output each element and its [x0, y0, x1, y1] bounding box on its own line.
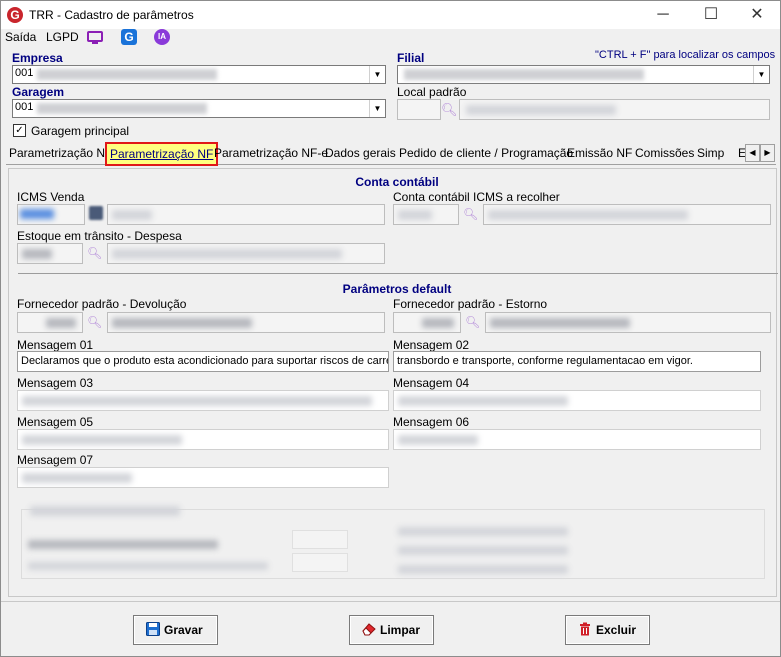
minimize-button[interactable]: ─: [643, 3, 683, 27]
local-padrao-desc-field: [459, 99, 770, 120]
g-app-icon[interactable]: G: [121, 29, 137, 45]
fornecedor-devolucao-label: Fornecedor padrão - Devolução: [17, 297, 187, 311]
gravar-label: Gravar: [164, 623, 203, 637]
icms-recolher-code-field[interactable]: [393, 204, 459, 225]
filial-name-blur: [404, 69, 644, 80]
icms-recolher-desc-field: [483, 204, 771, 225]
menu-lgpd[interactable]: LGPD: [46, 30, 79, 44]
tab-dados-gerais[interactable]: Dados gerais: [322, 144, 399, 162]
footer: Gravar Limpar Excluir: [1, 601, 780, 657]
main-window: G TRR - Cadastro de parâmetros ─ ☐ ✕ Saí…: [0, 0, 781, 657]
search-icon[interactable]: 🔍︎: [463, 207, 478, 221]
mensagem02-label: Mensagem 02: [393, 338, 470, 352]
ia-icon[interactable]: IA: [154, 29, 170, 45]
mensagem05-label: Mensagem 05: [17, 415, 94, 429]
tab-panel: Conta contábil ICMS Venda Conta contábil…: [8, 168, 778, 597]
chevron-down-icon[interactable]: ▼: [369, 100, 385, 117]
mensagem05-field[interactable]: [17, 429, 389, 450]
search-icon[interactable]: 🔍︎: [441, 102, 458, 118]
local-padrao-code-field[interactable]: [397, 99, 441, 120]
empresa-select[interactable]: 001 ▼: [12, 65, 386, 84]
garagem-select[interactable]: 001 ▼: [12, 99, 386, 118]
tab-pedido-cliente[interactable]: Pedido de cliente / Programação: [396, 144, 576, 162]
blurred-group-box: [21, 506, 765, 579]
mensagem06-field[interactable]: [393, 429, 761, 450]
icms-venda-label: ICMS Venda: [17, 190, 85, 204]
window-title: TRR - Cadastro de parâmetros: [29, 8, 194, 22]
mensagem04-label: Mensagem 04: [393, 376, 470, 390]
title-bar: G TRR - Cadastro de parâmetros ─ ☐ ✕: [1, 1, 780, 29]
mensagem06-label: Mensagem 06: [393, 415, 470, 429]
icms-recolher-label: Conta contábil ICMS a recolher: [393, 190, 560, 204]
tab-parametrizacao-nfe[interactable]: Parametrização NF-e: [211, 144, 331, 162]
search-icon[interactable]: 🔍︎: [87, 315, 102, 329]
chevron-down-icon[interactable]: ▼: [369, 66, 385, 83]
tab-emissao-nf[interactable]: Emissão NF: [564, 144, 635, 162]
search-icon[interactable]: [89, 206, 103, 220]
tab-parametrizacao-nf-selected[interactable]: Parametrização NF: [105, 142, 219, 166]
mensagem03-label: Mensagem 03: [17, 376, 94, 390]
estoque-transito-code-field[interactable]: [17, 243, 83, 264]
menu-saida[interactable]: Saída: [5, 30, 36, 44]
mensagem03-field[interactable]: [17, 390, 389, 411]
mensagem01-label: Mensagem 01: [17, 338, 94, 352]
empresa-code: 001: [15, 67, 34, 79]
excluir-label: Excluir: [596, 623, 637, 637]
filial-select[interactable]: ▼: [397, 65, 770, 84]
menu-bar: Saída LGPD G IA: [1, 29, 780, 47]
search-icon[interactable]: 🔍︎: [87, 246, 102, 260]
tab-scroll-right-icon[interactable]: ▶: [760, 144, 775, 162]
mensagem01-field[interactable]: Declaramos que o produto esta acondicion…: [17, 351, 389, 372]
conta-contabil-title: Conta contábil: [355, 175, 439, 189]
mensagem02-field[interactable]: transbordo e transporte, conforme regula…: [393, 351, 761, 372]
tab-parametrizacao-nf-1[interactable]: Parametrização NF: [6, 144, 115, 162]
filial-label: Filial: [397, 51, 425, 65]
estoque-transito-desc-field: [107, 243, 385, 264]
garagem-name-blur: [37, 103, 207, 114]
limpar-button[interactable]: Limpar: [349, 615, 434, 645]
monitor-icon[interactable]: [87, 30, 103, 46]
blurred-field-a[interactable]: [292, 530, 348, 549]
mensagem07-label: Mensagem 07: [17, 453, 94, 467]
fornecedor-estorno-code-field[interactable]: [393, 312, 461, 333]
trash-icon: [580, 622, 590, 636]
app-logo-icon: G: [7, 7, 23, 23]
fornecedor-devolucao-code-field[interactable]: [17, 312, 83, 333]
chevron-down-icon[interactable]: ▼: [753, 66, 769, 83]
empresa-name-blur: [37, 69, 217, 80]
excluir-button[interactable]: Excluir: [565, 615, 650, 645]
search-icon[interactable]: 🔍︎: [465, 315, 480, 329]
fornecedor-estorno-label: Fornecedor padrão - Estorno: [393, 297, 548, 311]
blurred-field-b[interactable]: [292, 553, 348, 572]
garagem-code: 001: [15, 101, 34, 113]
fornecedor-devolucao-desc-field: [107, 312, 385, 333]
limpar-label: Limpar: [380, 623, 421, 637]
maximize-button[interactable]: ☐: [691, 3, 731, 27]
ctrl-f-hint: "CTRL + F" para localizar os campos: [595, 49, 776, 61]
icms-venda-code-field[interactable]: [17, 204, 85, 225]
section-divider: [18, 273, 778, 274]
eraser-icon: [362, 623, 376, 636]
tab-scroll-left-icon[interactable]: ◀: [745, 144, 760, 162]
mensagem04-field[interactable]: [393, 390, 761, 411]
tab-bar: Parametrização NF Parametrização NF Para…: [6, 142, 776, 166]
save-icon: [146, 622, 160, 636]
fornecedor-estorno-desc-field: [485, 312, 771, 333]
close-button[interactable]: ✕: [737, 3, 777, 27]
garagem-principal-checkbox[interactable]: ✓: [13, 124, 26, 137]
garagem-label: Garagem: [12, 85, 65, 99]
local-padrao-label: Local padrão: [397, 85, 467, 99]
gravar-button[interactable]: Gravar: [133, 615, 218, 645]
tab-simp[interactable]: Simp: [694, 144, 727, 162]
empresa-label: Empresa: [12, 51, 63, 65]
estoque-transito-label: Estoque em trânsito - Despesa: [17, 229, 182, 243]
mensagem07-field[interactable]: [17, 467, 389, 488]
parametros-default-title: Parâmetros default: [342, 282, 452, 296]
garagem-principal-label: Garagem principal: [31, 124, 130, 138]
tab-comissoes[interactable]: Comissões: [632, 144, 697, 162]
icms-venda-desc-field: [107, 204, 385, 225]
